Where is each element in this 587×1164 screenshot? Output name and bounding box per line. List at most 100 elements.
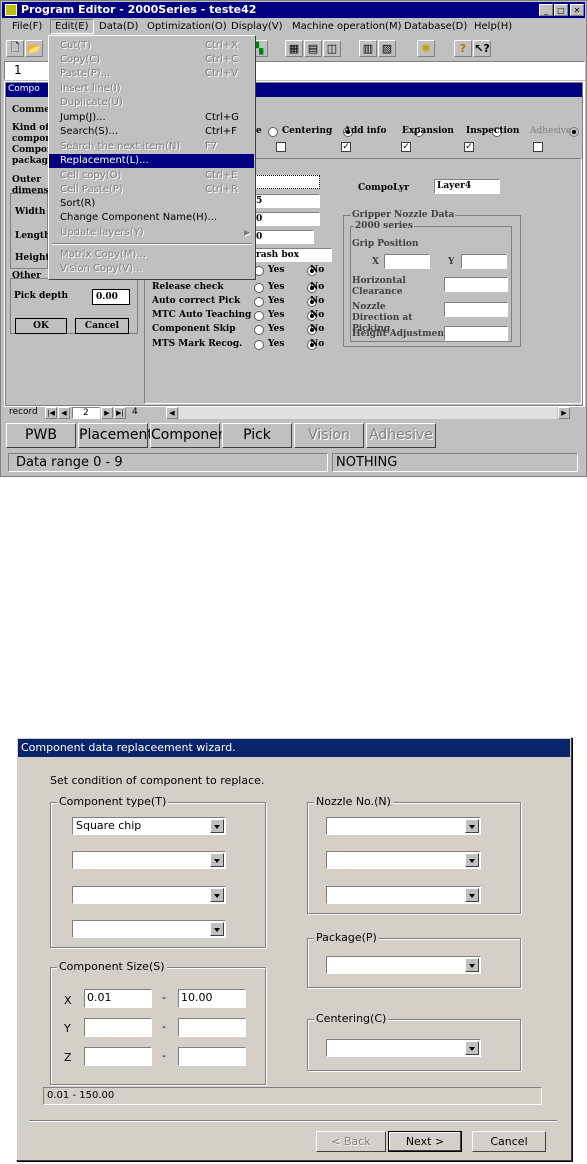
column-tool-icon[interactable]: ▥ bbox=[359, 40, 377, 57]
close-button[interactable]: ✕ bbox=[570, 4, 584, 16]
maximize-button[interactable]: □ bbox=[554, 4, 568, 16]
last-record-button[interactable]: ▶| bbox=[114, 407, 126, 419]
chevron-down-icon[interactable] bbox=[465, 819, 479, 833]
menu-database[interactable]: Database(D) bbox=[404, 21, 467, 32]
component-type-select-2[interactable] bbox=[72, 851, 226, 869]
cube-tool-icon[interactable]: ◫ bbox=[323, 40, 341, 57]
scroll-right-button[interactable]: ▶ bbox=[558, 407, 570, 419]
centering-select[interactable] bbox=[326, 1039, 481, 1057]
compo-lyr-input[interactable]: Layer4 bbox=[434, 179, 500, 194]
menu-item-matrix-copy[interactable]: Matrix Copy(M)... bbox=[49, 248, 254, 262]
open-folder-icon[interactable]: 📂 bbox=[25, 40, 43, 57]
field-box-2[interactable]: 0 bbox=[254, 212, 320, 226]
menu-edit[interactable]: Edit(E) bbox=[50, 19, 94, 34]
nozzle-direction-input[interactable] bbox=[444, 302, 508, 317]
menu-item-cut[interactable]: Cut(T) Ctrl+X bbox=[49, 39, 254, 53]
chevron-down-icon[interactable] bbox=[465, 1041, 479, 1055]
check-4-yes-radio[interactable] bbox=[254, 325, 264, 335]
field-box-0[interactable] bbox=[254, 175, 320, 189]
menu-item-change-component-name[interactable]: Change Component Name(H)... bbox=[49, 211, 254, 225]
checkbox-3[interactable]: ✓ bbox=[401, 142, 411, 152]
chevron-down-icon[interactable] bbox=[210, 819, 224, 833]
field-box-3[interactable]: 0 bbox=[254, 230, 314, 244]
menu-display[interactable]: Display(V) bbox=[231, 21, 283, 32]
field-box-1[interactable]: 5 bbox=[254, 194, 320, 208]
checkbox-5[interactable] bbox=[533, 142, 543, 152]
checkbox-2[interactable]: ✓ bbox=[341, 142, 351, 152]
check-1-yes-radio[interactable] bbox=[254, 283, 264, 293]
nozzle-select-1[interactable] bbox=[326, 817, 481, 835]
menu-machine-operation[interactable]: Machine operation(M) bbox=[292, 21, 401, 32]
menu-item-search[interactable]: Search(S)... Ctrl+F bbox=[49, 125, 254, 139]
grid-tool-icon[interactable]: ▦ bbox=[285, 40, 303, 57]
package-select[interactable] bbox=[326, 956, 481, 974]
menu-item-sort[interactable]: Sort(R) bbox=[49, 197, 254, 211]
check-5-yes-radio[interactable] bbox=[254, 340, 264, 350]
tab-vision[interactable]: Vision bbox=[294, 423, 364, 448]
new-file-icon[interactable]: 🗋 bbox=[6, 40, 24, 57]
lightbulb-icon[interactable]: ✺ bbox=[417, 40, 435, 57]
next-button[interactable]: Next > bbox=[388, 1131, 462, 1152]
menu-item-search-next[interactable]: Search the next item(N) F7 bbox=[49, 140, 254, 154]
cancel-button[interactable]: Cancel bbox=[75, 318, 129, 334]
field-box-4[interactable]: rash box bbox=[254, 248, 332, 262]
menu-item-vision-copy[interactable]: Vision Copy(V)... bbox=[49, 262, 254, 276]
menu-item-cell-copy[interactable]: Cell copy(O) Ctrl+E bbox=[49, 169, 254, 183]
size-y-min-input[interactable] bbox=[84, 1018, 152, 1037]
menu-item-jump[interactable]: Jump(J)... Ctrl+G bbox=[49, 111, 254, 125]
minimize-button[interactable]: _ bbox=[539, 4, 553, 16]
checkbox-1[interactable] bbox=[276, 142, 286, 152]
check-3-yes-radio[interactable] bbox=[254, 311, 264, 321]
tab-pwb[interactable]: PWB bbox=[6, 423, 76, 448]
component-type-select-3[interactable] bbox=[72, 886, 226, 904]
menu-item-insert-line[interactable]: Insert line(I) bbox=[49, 82, 254, 96]
horizontal-clearance-input[interactable] bbox=[444, 277, 508, 292]
size-y-max-input[interactable] bbox=[178, 1018, 246, 1037]
record-current-input[interactable]: 2 bbox=[72, 407, 100, 419]
ok-button[interactable]: OK bbox=[15, 318, 67, 334]
chevron-down-icon[interactable] bbox=[210, 922, 224, 936]
chevron-down-icon[interactable] bbox=[210, 888, 224, 902]
size-x-min-input[interactable]: 0.01 bbox=[84, 989, 152, 1008]
tab-component[interactable]: Component bbox=[150, 423, 232, 448]
menu-item-copy[interactable]: Copy(C) Ctrl+C bbox=[49, 53, 254, 67]
chart-tool-icon[interactable]: ▤ bbox=[304, 40, 322, 57]
size-z-min-input[interactable] bbox=[84, 1047, 152, 1066]
grip-y-input[interactable] bbox=[461, 254, 507, 269]
table-tool-icon[interactable]: ▧ bbox=[378, 40, 396, 57]
menu-optimization[interactable]: Optimization(O) bbox=[147, 21, 227, 32]
check-2-yes-radio[interactable] bbox=[254, 297, 264, 307]
height-adjustment-input[interactable] bbox=[444, 326, 508, 341]
centering-radio[interactable] bbox=[268, 127, 278, 137]
menu-help[interactable]: Help(H) bbox=[474, 21, 512, 32]
menu-item-cell-paste[interactable]: Cell Paste(P) Ctrl+R bbox=[49, 183, 254, 197]
scroll-left-button[interactable]: ◀ bbox=[166, 407, 178, 419]
size-x-max-input[interactable]: 10.00 bbox=[178, 989, 246, 1008]
chevron-down-icon[interactable] bbox=[465, 958, 479, 972]
tab-pick[interactable]: Pick bbox=[222, 423, 292, 448]
menu-item-duplicate[interactable]: Duplicate(U) bbox=[49, 96, 254, 110]
grip-x-input[interactable] bbox=[384, 254, 430, 269]
menu-data[interactable]: Data(D) bbox=[99, 21, 138, 32]
help-icon[interactable]: ? bbox=[454, 40, 472, 57]
prev-record-button[interactable]: ◀ bbox=[58, 407, 70, 419]
tab-adhesive[interactable]: Adhesive bbox=[366, 423, 436, 448]
chevron-down-icon[interactable] bbox=[465, 853, 479, 867]
size-z-max-input[interactable] bbox=[178, 1047, 246, 1066]
menu-file[interactable]: File(F) bbox=[12, 21, 42, 32]
component-type-select-1[interactable]: Square chip bbox=[72, 817, 226, 835]
tab-placement[interactable]: Placement bbox=[78, 423, 153, 448]
nozzle-select-2[interactable] bbox=[326, 851, 481, 869]
next-record-button[interactable]: ▶ bbox=[101, 407, 113, 419]
pick-depth-input[interactable]: 0.00 bbox=[92, 289, 130, 305]
chevron-down-icon[interactable] bbox=[210, 853, 224, 867]
checkbox-4[interactable]: ✓ bbox=[464, 142, 474, 152]
menu-item-paste[interactable]: Paste(P)... Ctrl+V bbox=[49, 67, 254, 81]
horizontal-scrollbar[interactable] bbox=[179, 407, 557, 419]
back-button[interactable]: < Back bbox=[316, 1131, 386, 1152]
wizard-cancel-button[interactable]: Cancel bbox=[472, 1131, 546, 1152]
menu-item-update-layers[interactable]: Update layers(Y) ▶ bbox=[49, 226, 254, 240]
nozzle-select-3[interactable] bbox=[326, 886, 481, 904]
chevron-down-icon[interactable] bbox=[465, 888, 479, 902]
first-record-button[interactable]: |◀ bbox=[45, 407, 57, 419]
